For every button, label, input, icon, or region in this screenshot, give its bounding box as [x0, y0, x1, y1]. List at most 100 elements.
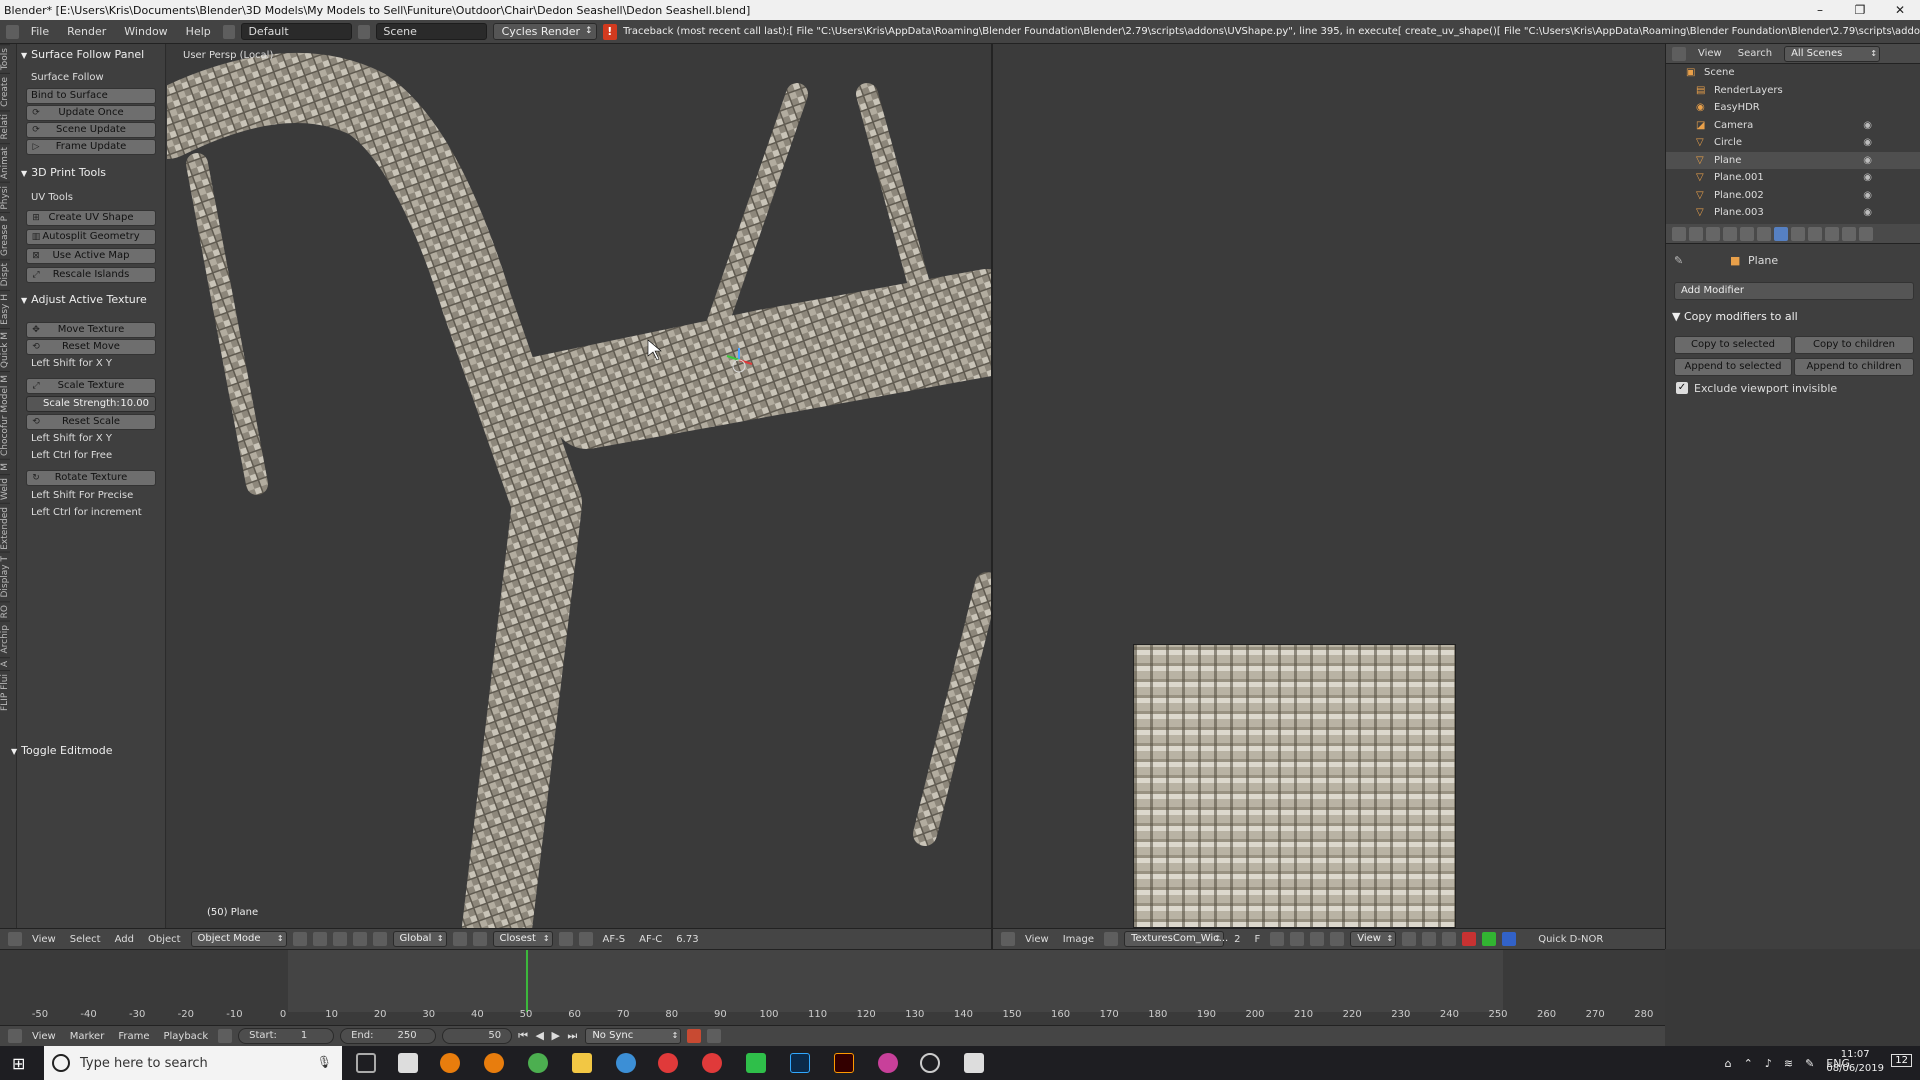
tab-physics[interactable]: Physi	[0, 181, 10, 213]
menu-object[interactable]: Object	[144, 934, 185, 945]
file-explorer-icon[interactable]	[572, 1053, 592, 1073]
new-image-icon[interactable]	[1270, 932, 1285, 946]
object-tab-icon[interactable]	[1740, 226, 1754, 241]
layers-icon[interactable]	[452, 932, 467, 946]
tab-extended[interactable]: Extended	[0, 502, 10, 553]
tab-m[interactable]: M	[0, 458, 10, 474]
maximize-button[interactable]: ❐	[1840, 0, 1880, 20]
af-c-toggle[interactable]: AF-C	[635, 934, 666, 945]
app-red-alt-icon[interactable]	[702, 1053, 722, 1073]
pen-icon[interactable]: ✎	[1805, 1057, 1814, 1070]
taskbar-search[interactable]: Type here to search 🎙	[44, 1046, 342, 1080]
app-red-icon[interactable]	[658, 1053, 678, 1073]
tab-quick-m[interactable]: Quick M	[0, 327, 10, 371]
copy-to-children-button[interactable]: Copy to children	[1794, 336, 1914, 354]
bind-to-surface-button[interactable]: Bind to Surface	[26, 88, 156, 104]
particles-tab-icon[interactable]	[1842, 226, 1856, 241]
task-view-icon[interactable]	[356, 1053, 376, 1073]
image-browse-icon[interactable]	[1104, 932, 1119, 946]
rotate-texture-button[interactable]: ↻ Rotate Texture	[26, 470, 156, 486]
tab-a[interactable]: A	[0, 656, 10, 670]
calculator-icon[interactable]	[398, 1053, 418, 1073]
unlink-icon[interactable]	[1310, 932, 1325, 946]
playhead[interactable]	[526, 950, 528, 1012]
camera-icon[interactable]	[578, 932, 593, 946]
move-texture-button[interactable]: ✥ Move Texture	[26, 322, 156, 338]
outliner-item-plane-001[interactable]: ▽ Plane.001 ◉	[1666, 169, 1920, 187]
tab-animation[interactable]: Animat	[0, 142, 10, 182]
manipulator-icon[interactable]	[332, 932, 347, 946]
fake-user-toggle[interactable]: F	[1250, 934, 1264, 945]
tab-relations[interactable]: Relati	[0, 110, 10, 143]
editor-type-icon[interactable]	[8, 1029, 22, 1043]
world-tab-icon[interactable]	[1723, 226, 1737, 241]
shading-icon[interactable]	[292, 932, 307, 946]
menu-window[interactable]: Window	[118, 25, 173, 38]
timeline[interactable]: -50 -40 -30 -20 -10 0 10 20 30 40 50 60 70 80 90 100 110…	[0, 949, 1665, 1025]
append-to-selected-button[interactable]: Append to selected	[1674, 358, 1792, 376]
add-modifier-select[interactable]: Add Modifier	[1674, 282, 1914, 300]
menu-render[interactable]: Render	[61, 25, 112, 38]
eye-icon[interactable]: ◉	[1863, 134, 1872, 152]
render-engine-select[interactable]: Cycles Render	[492, 23, 597, 40]
outliner-item-plane-002[interactable]: ▽ Plane.002 ◉	[1666, 187, 1920, 205]
channel-green-icon[interactable]	[1482, 932, 1497, 946]
eye-icon[interactable]: ◉	[1863, 204, 1872, 222]
tab-ro[interactable]: RO	[0, 600, 10, 622]
tab-easy-h[interactable]: Easy H	[0, 289, 10, 328]
pin-icon[interactable]: ✎	[1674, 254, 1683, 267]
orientation-select[interactable]: Global	[392, 931, 447, 947]
constraints-tab-icon[interactable]	[1757, 226, 1771, 241]
editor-type-icon[interactable]	[1672, 46, 1686, 61]
menu-file[interactable]: File	[25, 25, 55, 38]
illustrator-icon[interactable]	[834, 1053, 854, 1073]
chevron-up-icon[interactable]: ⌃	[1744, 1057, 1753, 1070]
quick-dnor-button[interactable]: Quick D-NOR	[1534, 934, 1607, 945]
screen-layout-icon[interactable]	[222, 24, 236, 39]
rescale-islands-button[interactable]: ⤢ Rescale Islands	[26, 267, 156, 283]
reset-move-button[interactable]: ⟲ Reset Move	[26, 339, 156, 355]
texture-tab-icon[interactable]	[1825, 226, 1839, 241]
tab-create[interactable]: Create	[0, 73, 10, 111]
tab-dispt[interactable]: Dispt	[0, 259, 10, 290]
tab-display-t[interactable]: Display T	[0, 552, 10, 601]
scale-strength-slider[interactable]: Scale Strength: 10.00	[26, 396, 156, 412]
scene-field[interactable]: Scene	[376, 23, 487, 40]
eye-icon[interactable]: ◉	[1863, 187, 1872, 205]
photoshop-icon[interactable]	[790, 1053, 810, 1073]
channel-red-icon[interactable]	[1462, 932, 1477, 946]
menu-add[interactable]: Add	[111, 934, 138, 945]
outliner-item-camera[interactable]: ◪ Camera ◉	[1666, 117, 1920, 135]
playback-controls[interactable]: ⏮ ◀ ▶ ⏭	[518, 1029, 579, 1043]
menu-view[interactable]: View	[28, 934, 60, 945]
view-mode-select[interactable]: View	[1350, 931, 1397, 947]
scene-tab-icon[interactable]	[1706, 226, 1720, 241]
update-once-button[interactable]: ⟳ Update Once	[26, 105, 156, 121]
editor-type-icon[interactable]	[1001, 932, 1015, 946]
af-s-toggle[interactable]: AF-S	[599, 934, 630, 945]
scene-icon[interactable]	[357, 24, 371, 39]
3d-viewport[interactable]: User Persp (Local) (50) Plane	[167, 44, 991, 928]
keying-set-icon[interactable]	[707, 1029, 722, 1043]
layout-field[interactable]: Default	[241, 23, 352, 40]
play-store-icon[interactable]	[746, 1053, 766, 1073]
sync-mode-select[interactable]: No Sync	[585, 1028, 682, 1044]
rotate-icon[interactable]	[372, 932, 387, 946]
current-frame-field[interactable]: 50	[442, 1028, 513, 1044]
outliner-item-circle[interactable]: ▽ Circle ◉	[1666, 134, 1920, 152]
system-clock[interactable]: 11:07 08/06/2019	[1826, 1048, 1884, 1076]
eye-icon[interactable]: ◉	[1863, 117, 1872, 135]
pivot-icon[interactable]	[312, 932, 327, 946]
data-tab-icon[interactable]	[1791, 226, 1805, 241]
close-button[interactable]: ✕	[1880, 0, 1920, 20]
network-icon[interactable]: ⌂	[1725, 1057, 1732, 1070]
tab-flip-fluids[interactable]: FLIP Flui	[0, 669, 10, 714]
physics-tab-icon[interactable]	[1859, 226, 1873, 241]
outliner-item-renderlayers[interactable]: ▤ RenderLayers	[1666, 82, 1920, 100]
modifiers-tab-icon[interactable]	[1774, 226, 1788, 241]
tab-grease-pencil[interactable]: Grease P	[0, 212, 10, 260]
microphone-icon[interactable]: 🎙	[317, 1055, 332, 1069]
scale-texture-button[interactable]: ⤢ Scale Texture	[26, 378, 156, 394]
menu-select[interactable]: Select	[66, 934, 105, 945]
tab-archip[interactable]: Archip	[0, 621, 10, 657]
